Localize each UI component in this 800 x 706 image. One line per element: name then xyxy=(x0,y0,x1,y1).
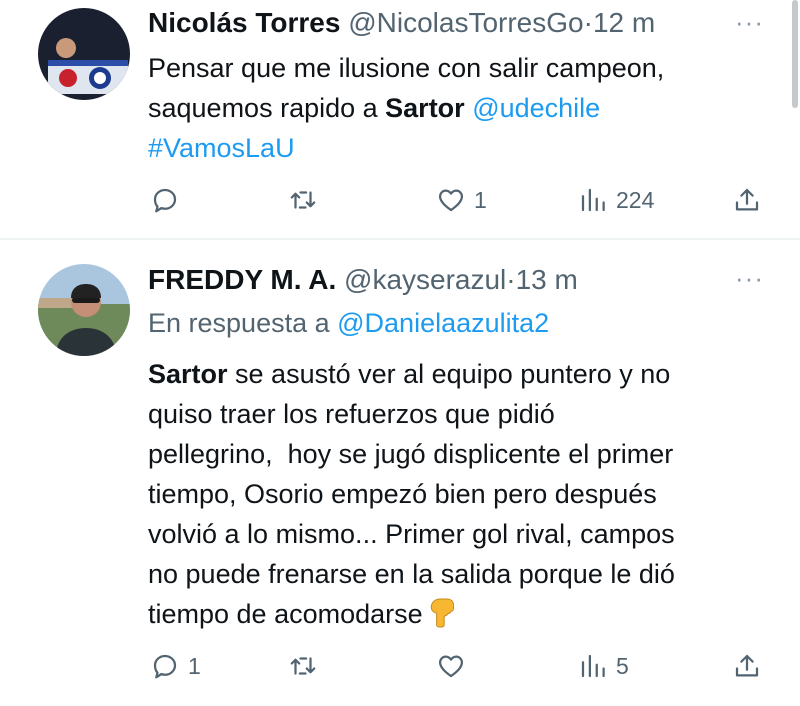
retweet-button[interactable] xyxy=(288,646,326,686)
tweet-line: tiempo de acomodarse xyxy=(148,594,788,634)
separator-dot: · xyxy=(506,264,516,295)
reply-count: 1 xyxy=(188,652,201,679)
text-fragment: se asustó ver al equipo puntero y no xyxy=(227,359,671,389)
tweet-2[interactable]: FREDDY M. A. @kayserazul·13 m ··· En res… xyxy=(0,0,800,679)
share-icon xyxy=(735,654,759,677)
pointing-down-hand-emoji xyxy=(430,598,455,628)
tweet-line: quiso traer los refuerzos que pidió xyxy=(148,399,555,429)
reply-context: En respuesta a @Danielaazulita2 xyxy=(148,305,549,341)
more-options-icon[interactable]: ··· xyxy=(735,265,764,291)
reply-mention-link[interactable]: @Danielaazulita2 xyxy=(337,308,549,338)
tweet-line: Sartor se asustó ver al equipo puntero y… xyxy=(148,354,788,394)
heart-icon xyxy=(438,655,464,678)
bold-name: Sartor xyxy=(148,359,228,389)
share-button[interactable] xyxy=(732,646,762,686)
avatar[interactable] xyxy=(38,264,130,356)
author-name[interactable]: FREDDY M. A. xyxy=(148,264,336,295)
views-icon xyxy=(581,654,605,678)
author-handle[interactable]: @kayserazul xyxy=(344,264,506,295)
tweet-line: volvió a lo mismo... Primer gol rival, c… xyxy=(148,519,675,549)
tweet-line: pellegrino, hoy se jugó displicente el p… xyxy=(148,439,674,469)
tweet-text: Sartor se asustó ver al equipo puntero y… xyxy=(148,354,788,634)
retweet-icon xyxy=(290,657,316,675)
tweet-line: tiempo, Osorio empezó bien pero después xyxy=(148,479,657,509)
reply-prefix: En respuesta a xyxy=(148,308,338,338)
action-bar: 1 5 xyxy=(0,646,800,686)
timestamp[interactable]: 13 m xyxy=(516,264,578,295)
views-count: 5 xyxy=(616,652,629,679)
tweet-line: no puede frenarse en la salida porque le… xyxy=(148,559,675,589)
text-fragment: tiempo de acomodarse xyxy=(148,599,423,629)
like-button[interactable] xyxy=(436,646,474,686)
reply-icon xyxy=(153,654,177,679)
reply-button[interactable]: 1 xyxy=(150,646,201,686)
views-button[interactable]: 5 xyxy=(578,646,629,686)
